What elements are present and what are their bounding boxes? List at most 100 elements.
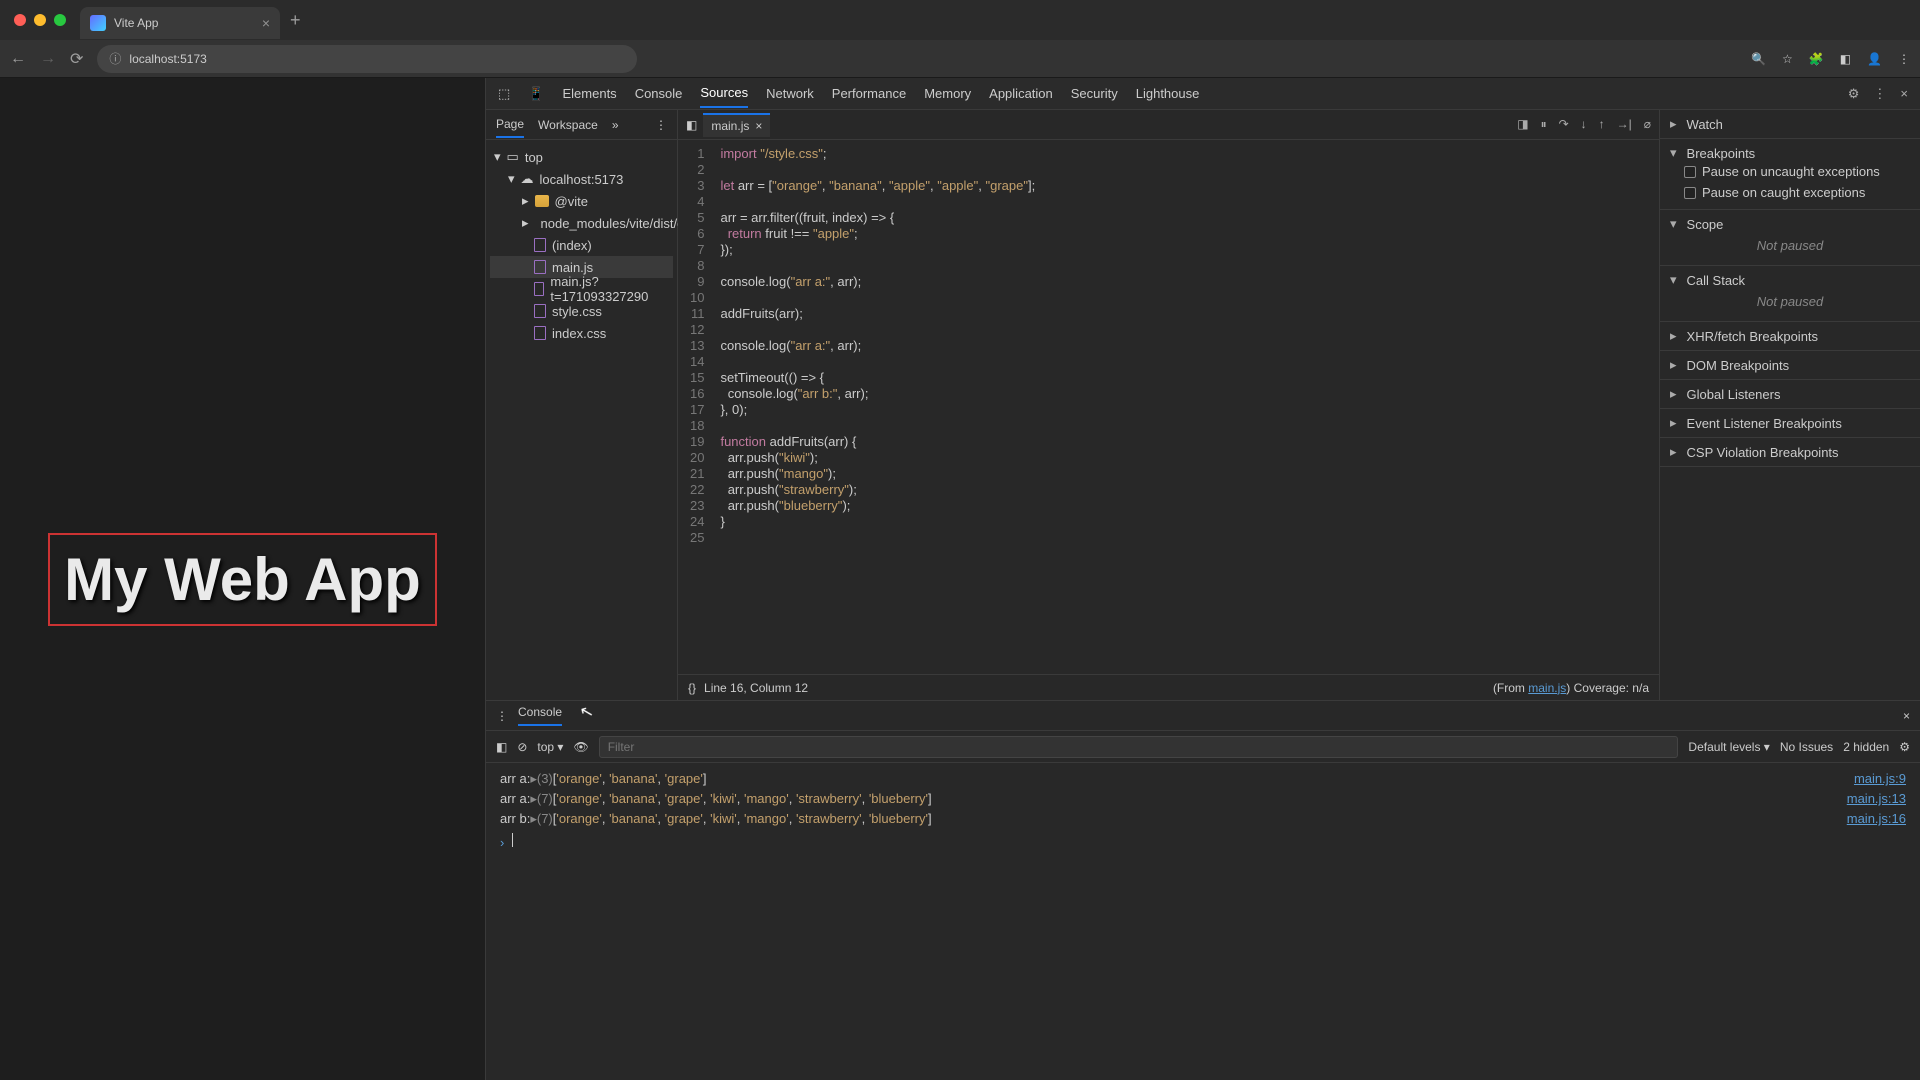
section-dom-breakpoints[interactable]: DOM Breakpoints — [1670, 357, 1910, 373]
extensions-icon[interactable]: 🧩 — [1809, 52, 1824, 66]
close-devtools-icon[interactable]: × — [1900, 86, 1908, 102]
pause-uncaught-checkbox[interactable]: Pause on uncaught exceptions — [1670, 161, 1910, 182]
tab-console[interactable]: Console — [635, 86, 683, 101]
tab-network[interactable]: Network — [766, 86, 814, 101]
issues-indicator[interactable]: No Issues — [1780, 740, 1833, 754]
context-selector[interactable]: top ▾ — [537, 740, 563, 754]
toggle-sidebar-icon[interactable]: ◨ — [1517, 117, 1528, 132]
sidepanel-icon[interactable]: ◧ — [1840, 52, 1851, 66]
tab-title: Vite App — [114, 16, 158, 30]
tab-security[interactable]: Security — [1071, 86, 1118, 101]
site-info-icon[interactable]: ⓘ — [109, 50, 121, 67]
scope-not-paused: Not paused — [1670, 232, 1910, 259]
app-card: My Web App — [48, 533, 437, 626]
section-callstack[interactable]: Call Stack — [1670, 272, 1910, 288]
step-into-icon[interactable]: ↓ — [1581, 117, 1587, 132]
tab-lighthouse[interactable]: Lighthouse — [1136, 86, 1200, 101]
console-filter-input[interactable] — [599, 736, 1679, 758]
tab-memory[interactable]: Memory — [924, 86, 971, 101]
close-tab-icon[interactable]: × — [262, 15, 270, 31]
console-log-row[interactable]: arr a: ▸ (3) ['orange', 'banana', 'grape… — [486, 769, 1920, 789]
nav-tab-more-icon[interactable]: » — [612, 118, 619, 132]
cursor-position: Line 16, Column 12 — [704, 681, 808, 695]
tree-file-indexcss[interactable]: index.css — [490, 322, 673, 344]
tree-top[interactable]: ▾ ▭ top — [490, 146, 673, 168]
window-controls — [0, 14, 80, 26]
pause-caught-checkbox[interactable]: Pause on caught exceptions — [1670, 182, 1910, 203]
reload-button[interactable]: ⟳ — [70, 49, 83, 69]
live-expression-icon[interactable]: 👁 — [573, 740, 588, 754]
editor-tab-mainjs[interactable]: main.js× — [703, 113, 770, 137]
step-out-icon[interactable]: ↑ — [1599, 117, 1605, 132]
tree-folder-vite[interactable]: ▸ @vite — [490, 190, 673, 212]
pause-script-icon[interactable]: ⏸ — [1541, 117, 1547, 132]
tree-folder-nodemodules[interactable]: ▸ node_modules/vite/dist/c — [490, 212, 673, 234]
close-drawer-icon[interactable]: × — [1903, 709, 1910, 723]
section-csp[interactable]: CSP Violation Breakpoints — [1670, 444, 1910, 460]
devtools-menu-icon[interactable]: ⋮ — [1873, 86, 1886, 102]
nav-tab-page[interactable]: Page — [496, 117, 524, 138]
drawer-tab-console[interactable]: Console — [518, 705, 562, 726]
new-tab-button[interactable]: + — [290, 10, 301, 31]
log-source-link[interactable]: main.js:16 — [1847, 811, 1906, 827]
minimize-window-icon[interactable] — [34, 14, 46, 26]
section-breakpoints[interactable]: Breakpoints — [1670, 145, 1910, 161]
log-levels-dropdown[interactable]: Default levels ▾ — [1688, 740, 1769, 754]
console-sidebar-icon[interactable]: ◧ — [496, 740, 507, 754]
section-global-listeners[interactable]: Global Listeners — [1670, 386, 1910, 402]
tab-elements[interactable]: Elements — [562, 86, 616, 101]
inspect-icon[interactable]: ⬚ — [498, 86, 510, 102]
debugger-sidebar: Watch Breakpoints Pause on uncaught exce… — [1660, 110, 1920, 700]
code-editor[interactable]: 1234567891011121314151617181920212223242… — [678, 140, 1659, 674]
device-toolbar-icon[interactable]: 📱 — [528, 86, 544, 102]
hidden-count[interactable]: 2 hidden — [1843, 740, 1889, 754]
clear-console-icon[interactable]: ⊘ — [517, 740, 527, 754]
tree-origin[interactable]: ▾ ☁ localhost:5173 — [490, 168, 673, 190]
file-icon — [534, 304, 546, 318]
nav-menu-icon[interactable]: ⋮ — [655, 118, 667, 132]
maximize-window-icon[interactable] — [54, 14, 66, 26]
close-editor-tab-icon[interactable]: × — [755, 119, 762, 133]
zoom-icon[interactable]: 🔍 — [1751, 52, 1766, 66]
nav-tab-workspace[interactable]: Workspace — [538, 118, 598, 132]
devtools-tabbar: ⬚ 📱 Elements Console Sources Network Per… — [486, 78, 1920, 110]
section-scope[interactable]: Scope — [1670, 216, 1910, 232]
section-watch[interactable]: Watch — [1670, 116, 1910, 132]
close-window-icon[interactable] — [14, 14, 26, 26]
settings-icon[interactable]: ⚙ — [1848, 86, 1860, 102]
browser-tab[interactable]: Vite App × — [80, 7, 280, 39]
folder-icon — [535, 195, 549, 207]
pretty-print-icon[interactable]: {} — [688, 681, 696, 695]
vite-favicon-icon — [90, 15, 106, 31]
address-bar[interactable]: ⓘ localhost:5173 — [97, 45, 637, 73]
section-xhr[interactable]: XHR/fetch Breakpoints — [1670, 328, 1910, 344]
console-settings-icon[interactable]: ⚙ — [1899, 740, 1910, 754]
console-prompt[interactable]: › — [486, 829, 1920, 854]
source-map-link[interactable]: main.js — [1528, 681, 1566, 695]
console-log-row[interactable]: arr b: ▸ (7) ['orange', 'banana', 'grape… — [486, 809, 1920, 829]
deactivate-breakpoints-icon[interactable]: ⌀ — [1644, 117, 1651, 132]
profile-icon[interactable]: 👤 — [1867, 52, 1882, 66]
section-event-listeners[interactable]: Event Listener Breakpoints — [1670, 415, 1910, 431]
log-source-link[interactable]: main.js:13 — [1847, 791, 1906, 807]
forward-button[interactable]: → — [40, 50, 56, 68]
console-log-row[interactable]: arr a: ▸ (7) ['orange', 'banana', 'grape… — [486, 789, 1920, 809]
console-drawer: ⋮ Console × ◧ ⊘ top ▾ 👁 Default levels ▾… — [486, 700, 1920, 1080]
bookmark-icon[interactable]: ☆ — [1782, 52, 1793, 66]
tab-application[interactable]: Application — [989, 86, 1053, 101]
drawer-menu-icon[interactable]: ⋮ — [496, 709, 508, 723]
editor-statusbar: {} Line 16, Column 12 (From main.js) Cov… — [678, 674, 1659, 700]
step-over-icon[interactable]: ↷ — [1559, 117, 1569, 132]
back-button[interactable]: ← — [10, 50, 26, 68]
tree-file-index[interactable]: (index) — [490, 234, 673, 256]
tree-file-mainjs-query[interactable]: main.js?t=171093327290 — [490, 278, 673, 300]
page-viewport: My Web App — [0, 78, 485, 1080]
toggle-navigator-icon[interactable]: ◧ — [686, 118, 697, 132]
tab-performance[interactable]: Performance — [832, 86, 906, 101]
log-source-link[interactable]: main.js:9 — [1854, 771, 1906, 787]
tab-sources[interactable]: Sources — [700, 85, 748, 108]
console-output: arr a: ▸ (3) ['orange', 'banana', 'grape… — [486, 763, 1920, 1080]
file-icon — [534, 326, 546, 340]
menu-icon[interactable]: ⋮ — [1898, 52, 1910, 66]
step-icon[interactable]: →| — [1617, 117, 1632, 132]
